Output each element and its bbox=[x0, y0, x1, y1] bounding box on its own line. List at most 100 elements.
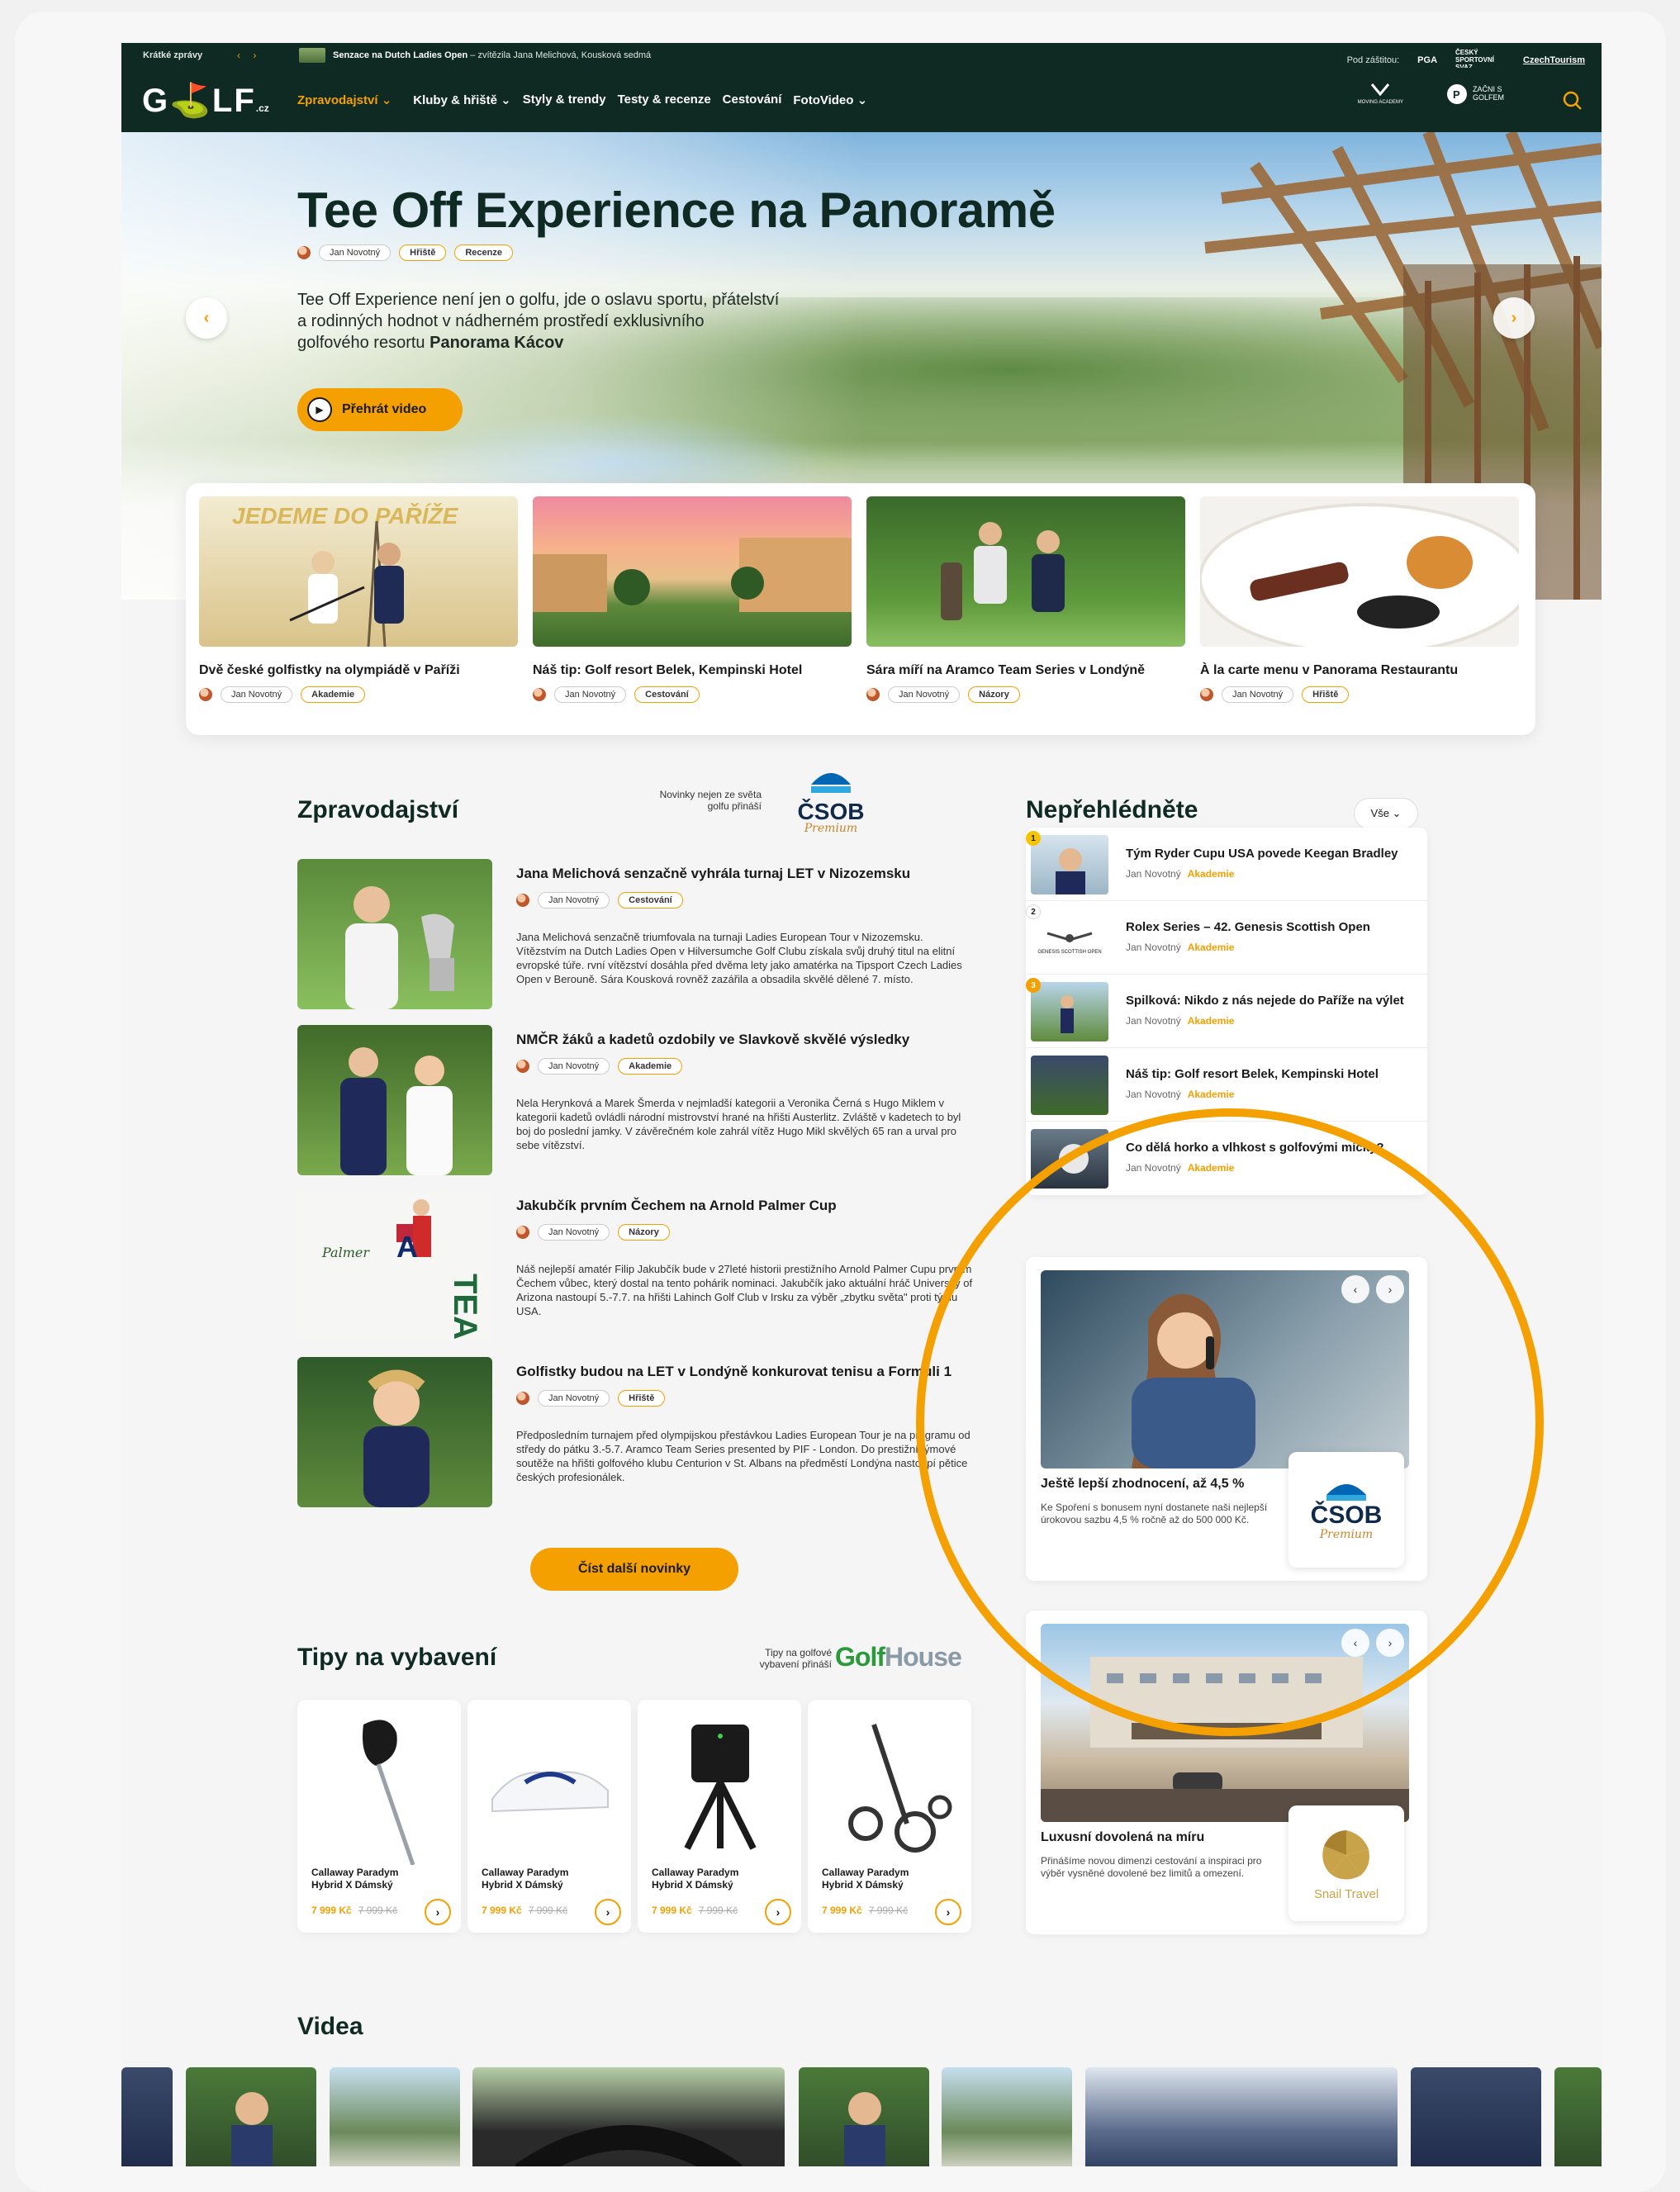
author-name[interactable]: Jan Novotný bbox=[319, 244, 392, 261]
tag-hriste[interactable]: Hřiště bbox=[399, 244, 447, 261]
featured-card[interactable]: JEDEME DO PAŘÍŽE Dvě české golfistky na … bbox=[199, 496, 518, 703]
zacni-s-golfem-logo[interactable]: P ZAČNI S GOLFEM bbox=[1446, 83, 1511, 105]
site-logo[interactable]: G⛳LF.cz bbox=[142, 81, 269, 120]
list-title[interactable]: Rolex Series – 42. Genesis Scottish Open bbox=[1126, 920, 1370, 934]
video-thumbnail[interactable] bbox=[799, 2067, 929, 2166]
tag-recenze[interactable]: Recenze bbox=[454, 244, 513, 261]
product-detail-button[interactable]: › bbox=[935, 1899, 961, 1925]
featured-card[interactable]: À la carte menu v Panorama Restaurantu J… bbox=[1200, 496, 1519, 703]
author-name[interactable]: Jan Novotný bbox=[888, 686, 961, 703]
category-tag[interactable]: Názory bbox=[618, 1224, 670, 1241]
read-more-news-button[interactable]: Číst další novinky bbox=[530, 1548, 738, 1591]
ticker-arrows[interactable]: ‹ › bbox=[237, 50, 261, 61]
video-thumbnail[interactable] bbox=[1554, 2067, 1602, 2166]
list-title[interactable]: Spilková: Nikdo z nás nejede do Paříže n… bbox=[1126, 994, 1404, 1008]
product-name[interactable]: Callaway Paradym Hybrid X Dámský bbox=[822, 1867, 909, 1891]
svg-text:Palmer: Palmer bbox=[321, 1245, 370, 1260]
category-tag[interactable]: Akademie bbox=[301, 686, 366, 703]
menu-item-fotovideo[interactable]: FotoVideo ⌄ bbox=[793, 93, 867, 107]
featured-title[interactable]: À la carte menu v Panorama Restaurantu bbox=[1200, 663, 1519, 678]
hero-next-button[interactable]: › bbox=[1493, 297, 1535, 339]
product-detail-button[interactable]: › bbox=[765, 1899, 791, 1925]
hero-title[interactable]: Tee Off Experience na Panoramě bbox=[297, 182, 1056, 239]
news-item[interactable]: Palmer TEAM A Jakubčík prvním Čechem na Ar… bbox=[297, 1191, 991, 1348]
filter-all-dropdown[interactable]: Vše ⌄ bbox=[1354, 798, 1418, 829]
product-card[interactable]: Callaway Paradym Hybrid X Dámský 7 999 Kč… bbox=[297, 1700, 461, 1933]
hero-prev-button[interactable]: ‹ bbox=[186, 297, 227, 339]
category-tag[interactable]: Názory bbox=[968, 686, 1020, 703]
video-thumbnail[interactable] bbox=[1411, 2067, 1541, 2166]
video-thumbnail[interactable] bbox=[1085, 2067, 1398, 2166]
news-item[interactable]: Golfistky budou na LET v Londýně konkuro… bbox=[297, 1357, 991, 1514]
featured-title[interactable]: Náš tip: Golf resort Belek, Kempinski Ho… bbox=[533, 663, 852, 678]
category-tag[interactable]: Hřiště bbox=[1302, 686, 1350, 703]
category-tag[interactable]: Cestování bbox=[618, 892, 683, 909]
product-card[interactable]: Callaway Paradym Hybrid X Dámský 7 999 Kč… bbox=[638, 1700, 801, 1933]
featured-title[interactable]: Dvě české golfistky na olympiádě v Paříž… bbox=[199, 663, 518, 678]
author-name[interactable]: Jan Novotný bbox=[1222, 686, 1294, 703]
product-card[interactable]: Callaway Paradym Hybrid X Dámský 7 999 Kč… bbox=[467, 1700, 631, 1933]
chevron-right-icon[interactable]: › bbox=[1376, 1629, 1404, 1657]
category-tag[interactable]: Cestování bbox=[634, 686, 700, 703]
featured-title[interactable]: Sára míří na Aramco Team Series v Londýn… bbox=[866, 663, 1185, 678]
moving-academy-logo[interactable]: MOVING ACADEMY bbox=[1358, 83, 1403, 106]
video-thumbnail[interactable] bbox=[472, 2067, 785, 2166]
csob-sponsor-logo[interactable]: ČSOB Premium bbox=[786, 768, 876, 842]
video-thumbnail[interactable] bbox=[186, 2067, 316, 2166]
author-name[interactable]: Jan Novotný bbox=[538, 1224, 610, 1241]
list-item[interactable]: Náš tip: Golf resort Belek, Kempinski Ho… bbox=[1026, 1048, 1427, 1122]
chevron-left-icon[interactable]: ‹ bbox=[1341, 1629, 1369, 1657]
list-item[interactable]: Co dělá horko a vlhkost s golfovými míčk… bbox=[1026, 1122, 1427, 1195]
video-thumbnail[interactable] bbox=[942, 2067, 1072, 2166]
menu-item-styly[interactable]: Styly & trendy bbox=[523, 93, 606, 107]
menu-item-testy[interactable]: Testy & recenze bbox=[618, 93, 711, 107]
news-title[interactable]: Golfistky budou na LET v Londýně konkuro… bbox=[516, 1364, 952, 1380]
video-thumbnail[interactable] bbox=[330, 2067, 460, 2166]
chevron-left-icon[interactable]: ‹ bbox=[1341, 1275, 1369, 1303]
partner-czechtourism-logo[interactable]: CzechTourism bbox=[1523, 55, 1585, 65]
product-card[interactable]: Callaway Paradym Hybrid X Dámský 7 999 Kč… bbox=[808, 1700, 971, 1933]
author-name[interactable]: Jan Novotný bbox=[554, 686, 627, 703]
news-item[interactable]: NMČR žáků a kadetů ozdobily ve Slavkově … bbox=[297, 1025, 991, 1182]
news-title[interactable]: Jana Melichová senzačně vyhrála turnaj L… bbox=[516, 866, 910, 882]
product-name[interactable]: Callaway Paradym Hybrid X Dámský bbox=[652, 1867, 738, 1891]
menu-item-cestovani[interactable]: Cestování bbox=[723, 93, 782, 107]
author-name[interactable]: Jan Novotný bbox=[221, 686, 293, 703]
snail-travel-logo[interactable]: Snail Travel bbox=[1288, 1805, 1404, 1921]
product-name[interactable]: Callaway Paradym Hybrid X Dámský bbox=[311, 1867, 398, 1891]
list-item[interactable]: 1 Tým Ryder Cupu USA povede Keegan Bradl… bbox=[1026, 828, 1427, 901]
menu-item-kluby[interactable]: Kluby & hřiště ⌄ bbox=[413, 93, 510, 107]
video-thumbnail[interactable] bbox=[121, 2067, 173, 2166]
csob-promo-card[interactable]: ‹ › Ještě lepší zhodnocení, až 4,5 % Ke S… bbox=[1026, 1257, 1427, 1581]
golf-house-logo[interactable]: GolfHouse bbox=[835, 1642, 962, 1672]
product-name[interactable]: Callaway Paradym Hybrid X Dámský bbox=[482, 1867, 568, 1891]
list-item[interactable]: 3 Spilková: Nikdo z nás nejede do Paříže… bbox=[1026, 975, 1427, 1048]
csob-premium-logo[interactable]: ČSOB Premium bbox=[1288, 1452, 1404, 1568]
list-item[interactable]: 2 GENESIS SCOTTISH OPEN Rolex Series – 4… bbox=[1026, 901, 1427, 975]
product-detail-button[interactable]: › bbox=[595, 1899, 621, 1925]
promo-title[interactable]: Ještě lepší zhodnocení, až 4,5 % bbox=[1041, 1477, 1244, 1492]
promo-title[interactable]: Luxusní dovolená na míru bbox=[1041, 1830, 1204, 1845]
author-name[interactable]: Jan Novotný bbox=[538, 1390, 610, 1407]
author-name[interactable]: Jan Novotný bbox=[538, 1058, 610, 1075]
list-title[interactable]: Co dělá horko a vlhkost s golfovými míčk… bbox=[1126, 1141, 1384, 1155]
search-icon[interactable] bbox=[1562, 90, 1583, 111]
list-title[interactable]: Náš tip: Golf resort Belek, Kempinski Ho… bbox=[1126, 1067, 1379, 1081]
snail-travel-promo-card[interactable]: ‹ › Luxusní dovolená na míru Přinášíme no… bbox=[1026, 1611, 1427, 1934]
news-title[interactable]: Jakubčík prvním Čechem na Arnold Palmer … bbox=[516, 1198, 837, 1214]
menu-item-zpravodajstvi[interactable]: Zpravodajství ⌄ bbox=[297, 93, 392, 107]
category-tag[interactable]: Hřiště bbox=[618, 1390, 666, 1407]
news-item[interactable]: Jana Melichová senzačně vyhrála turnaj L… bbox=[297, 859, 991, 1016]
news-title[interactable]: NMČR žáků a kadetů ozdobily ve Slavkově … bbox=[516, 1032, 909, 1048]
featured-card[interactable]: Náš tip: Golf resort Belek, Kempinski Ho… bbox=[533, 496, 852, 703]
news-meta: Jan Novotný Akademie bbox=[516, 1058, 683, 1075]
category-tag[interactable]: Akademie bbox=[618, 1058, 683, 1075]
author-name[interactable]: Jan Novotný bbox=[538, 892, 610, 909]
partner-pga-logo[interactable]: PGA bbox=[1417, 55, 1437, 65]
product-detail-button[interactable]: › bbox=[425, 1899, 451, 1925]
list-title[interactable]: Tým Ryder Cupu USA povede Keegan Bradley bbox=[1126, 847, 1398, 861]
featured-card[interactable]: Sára míří na Aramco Team Series v Londýn… bbox=[866, 496, 1185, 703]
chevron-right-icon[interactable]: › bbox=[1376, 1275, 1404, 1303]
play-video-button[interactable]: ▶ Přehrát video bbox=[297, 388, 463, 431]
ticker-headline[interactable]: Senzace na Dutch Ladies Open – zvítězila… bbox=[333, 50, 651, 60]
